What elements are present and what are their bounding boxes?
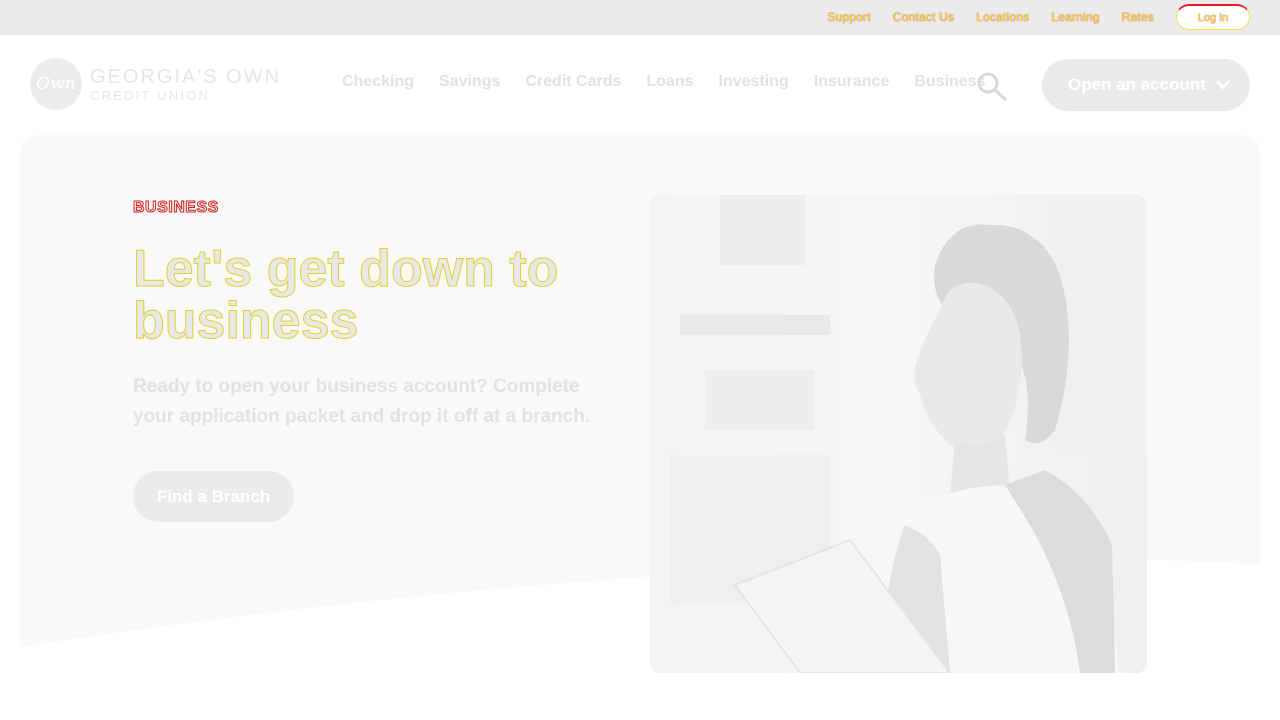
- nav-item-insurance[interactable]: Insurance: [814, 73, 890, 91]
- utility-link-support[interactable]: Support: [827, 10, 870, 24]
- nav-item-credit-cards[interactable]: Credit Cards: [525, 73, 621, 91]
- logo-tagline: CREDIT UNION: [90, 87, 211, 103]
- hero-headline: Let's get down to business: [133, 240, 559, 350]
- logo-text: GEORGIA'S OWN CREDIT UNION: [90, 66, 281, 103]
- hero-photo: [650, 195, 1147, 673]
- find-branch-button[interactable]: Find a Branch: [133, 471, 294, 522]
- hero-section: BUSINESS Let's get down to business Read…: [20, 135, 1260, 720]
- nav-item-business[interactable]: Business: [914, 73, 985, 91]
- nav-item-loans[interactable]: Loans: [646, 73, 693, 91]
- site-header: Own GEORGIA'S OWN CREDIT UNION Checking …: [0, 35, 1280, 135]
- login-button[interactable]: Log In: [1176, 4, 1250, 30]
- nav-item-investing[interactable]: Investing: [719, 73, 789, 91]
- utility-link-learning[interactable]: Learning: [1051, 10, 1099, 24]
- chevron-down-icon: [1216, 80, 1230, 90]
- logo-name: GEORGIA'S OWN: [90, 65, 281, 88]
- nav-item-checking[interactable]: Checking: [342, 73, 414, 91]
- search-icon[interactable]: [976, 71, 1008, 101]
- utility-links: Support Contact Us Locations Learning Ra…: [805, 4, 1250, 30]
- logo-mark: Own: [30, 58, 82, 110]
- nav-item-savings[interactable]: Savings: [439, 73, 500, 91]
- utility-link-rates[interactable]: Rates: [1122, 10, 1154, 24]
- hero-subtext: Ready to open your business account? Com…: [133, 376, 591, 427]
- logo[interactable]: Own GEORGIA'S OWN CREDIT UNION: [30, 58, 281, 110]
- utility-link-contact-us[interactable]: Contact Us: [893, 10, 954, 24]
- utility-bar: Support Contact Us Locations Learning Ra…: [0, 0, 1280, 35]
- utility-link-locations[interactable]: Locations: [976, 10, 1029, 24]
- open-account-button[interactable]: Open an account: [1042, 59, 1250, 111]
- hero-eyebrow: BUSINESS: [133, 199, 219, 217]
- open-account-label: Open an account: [1068, 75, 1206, 94]
- main-nav: Checking Savings Credit Cards Loans Inve…: [342, 73, 1011, 91]
